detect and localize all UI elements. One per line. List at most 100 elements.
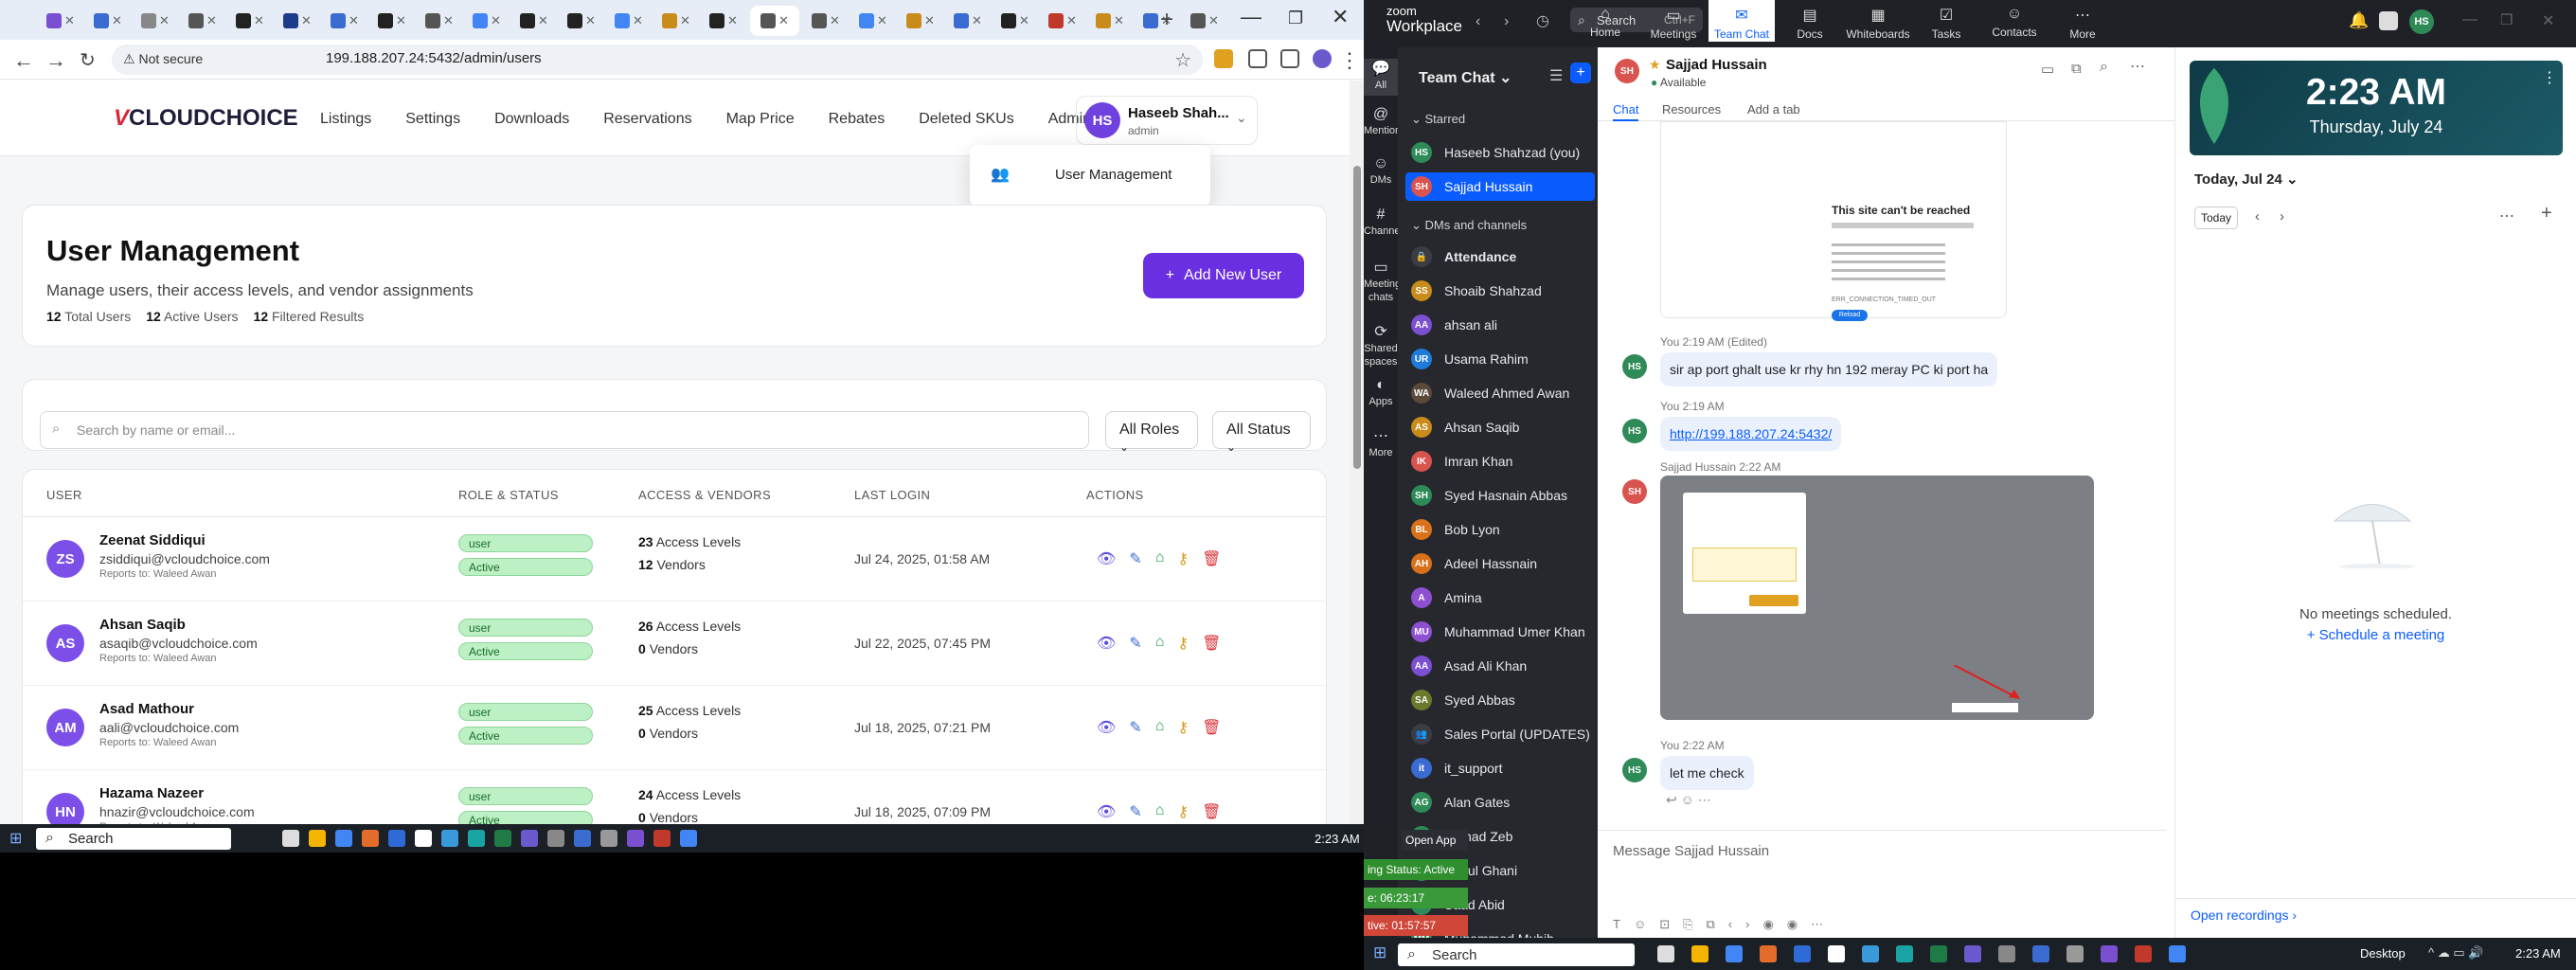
- chat-avatar[interactable]: SH: [1615, 59, 1639, 83]
- message-avatar[interactable]: HS: [1622, 758, 1647, 782]
- taskbar-app-icon[interactable]: [2135, 945, 2152, 962]
- taskbar-app-icon[interactable]: [388, 830, 405, 847]
- browser-tab[interactable]: ✕: [608, 6, 650, 36]
- compose-plus-button[interactable]: +: [1570, 63, 1591, 83]
- chat-tab-add-a-tab[interactable]: Add a tab: [1747, 102, 1800, 117]
- nav-map-price[interactable]: Map Price: [726, 111, 795, 128]
- taskbar-app-icon[interactable]: [362, 830, 379, 847]
- tab-close-icon[interactable]: ✕: [924, 13, 935, 28]
- maximize-button[interactable]: ❐: [1288, 9, 1303, 28]
- browser-tab[interactable]: ✕: [750, 6, 799, 36]
- chat-list-item[interactable]: HS Haseeb Shahzad (you): [1405, 138, 1595, 167]
- nav-reservations[interactable]: Reservations: [603, 111, 691, 128]
- windows-start-icon[interactable]: ⊞: [1373, 943, 1386, 962]
- message-avatar[interactable]: HS: [1622, 354, 1647, 379]
- chat-list-item[interactable]: IK Imran Khan: [1405, 447, 1595, 476]
- chat-list-item[interactable]: AG Alan Gates: [1405, 788, 1595, 817]
- tab-close-icon[interactable]: ✕: [727, 13, 738, 28]
- nav-deleted-skus[interactable]: Deleted SKUs: [919, 111, 1014, 128]
- nav-settings[interactable]: Settings: [405, 111, 460, 128]
- taskbar-app-icon[interactable]: [653, 830, 671, 847]
- nav-listings[interactable]: Listings: [320, 111, 371, 128]
- nav-downloads[interactable]: Downloads: [494, 111, 569, 128]
- zoom-tab-meetings[interactable]: ▭ Meetings: [1640, 6, 1707, 41]
- schedule-meeting-link[interactable]: + Schedule a meeting: [2175, 627, 2576, 643]
- tab-close-icon[interactable]: ✕: [877, 13, 887, 28]
- status-filter-select[interactable]: All Status ⌄: [1212, 411, 1311, 454]
- zoom-tab-tasks[interactable]: ☑ Tasks: [1913, 6, 1979, 41]
- forward-icon[interactable]: ›: [1504, 13, 1509, 30]
- extension-icon[interactable]: [1214, 49, 1233, 68]
- view-eye-icon[interactable]: 👁: [1097, 718, 1116, 737]
- search-icon[interactable]: ⌕: [2100, 59, 2108, 76]
- back-icon[interactable]: ‹: [1476, 13, 1480, 30]
- prev-day-icon[interactable]: ‹: [2255, 208, 2260, 225]
- chat-list-item[interactable]: it it_support: [1405, 754, 1595, 782]
- chat-list-item[interactable]: 🔒 Attendance: [1405, 242, 1595, 271]
- tag-icon[interactable]: ⌂: [1155, 634, 1165, 653]
- chat-list-item[interactable]: AA Asad Ali Khan: [1405, 652, 1595, 680]
- today-button[interactable]: Today: [2194, 207, 2238, 229]
- taskbar-app-icon[interactable]: [680, 830, 697, 847]
- rail-dms[interactable]: ☺ DMs: [1364, 156, 1398, 187]
- chrome-menu-icon[interactable]: ⋮: [1339, 48, 1360, 73]
- browser-tab[interactable]: ✕: [852, 6, 894, 36]
- chat-list-item[interactable]: SH Sajjad Hussain: [1405, 172, 1595, 201]
- table-row[interactable]: AM Asad Mathour aali@vcloudchoice.com Repor…: [23, 686, 1326, 770]
- chat-contact-name[interactable]: Sajjad Hussain: [1666, 57, 1767, 73]
- chat-list-item[interactable]: 👥 Sales Portal (UPDATES): [1405, 720, 1595, 748]
- history-icon[interactable]: ◷: [1536, 11, 1549, 30]
- chat-list-item[interactable]: SA Syed Abbas: [1405, 686, 1595, 714]
- tag-icon[interactable]: ⌂: [1155, 549, 1165, 568]
- scrollbar-thumb[interactable]: [1353, 166, 1361, 469]
- new-tab-button[interactable]: +: [1160, 7, 1173, 33]
- tab-close-icon[interactable]: ✕: [1066, 13, 1077, 28]
- taskbar-app-icon[interactable]: [1930, 945, 1947, 962]
- tag-icon[interactable]: ⌂: [1155, 718, 1165, 737]
- page-scrollbar[interactable]: [1350, 81, 1364, 824]
- tab-close-icon[interactable]: ✕: [1208, 13, 1219, 28]
- message-input[interactable]: Message Sajjad Hussain: [1613, 843, 1769, 859]
- taskbar-app-icon[interactable]: [335, 830, 352, 847]
- browser-tab[interactable]: ✕: [87, 6, 129, 36]
- forward-button[interactable]: →: [45, 48, 66, 73]
- close-window-button[interactable]: ✕: [2542, 11, 2554, 30]
- delete-trash-icon[interactable]: 🗑: [1202, 549, 1221, 568]
- filter-icon[interactable]: ☰: [1549, 66, 1563, 85]
- tab-close-icon[interactable]: ✕: [64, 13, 75, 28]
- tab-close-icon[interactable]: ✕: [206, 13, 217, 28]
- add-new-user-button[interactable]: + Add New User: [1143, 253, 1304, 298]
- taskbar-app-icon[interactable]: [1691, 945, 1708, 962]
- taskbar-app-icon[interactable]: [1998, 945, 2015, 962]
- browser-tab[interactable]: ✕: [513, 6, 555, 36]
- taskbar-app-icon[interactable]: [2032, 945, 2049, 962]
- tab-close-icon[interactable]: ✕: [254, 13, 264, 28]
- bookmark-star-icon[interactable]: ☆: [1174, 48, 1191, 72]
- rail-more[interactable]: ⋯ More: [1364, 429, 1398, 459]
- browser-tab[interactable]: ✕: [419, 6, 460, 36]
- rail-apps[interactable]: ◐ Apps: [1364, 378, 1398, 408]
- zoom-tab-contacts[interactable]: ☺ Contacts: [1981, 6, 2048, 39]
- tab-close-icon[interactable]: ✕: [778, 13, 789, 28]
- rail-channels[interactable]: # Channels: [1364, 207, 1407, 238]
- next-day-icon[interactable]: ›: [2280, 208, 2284, 225]
- taskbar-app-icon[interactable]: [1828, 945, 1845, 962]
- chat-tab-chat[interactable]: Chat: [1613, 102, 1639, 121]
- open-recordings-link[interactable]: Open recordings ›: [2191, 907, 2297, 923]
- extensions-puzzle-icon[interactable]: [1248, 49, 1267, 68]
- taskbar-app-icon[interactable]: [574, 830, 591, 847]
- starred-section-header[interactable]: ⌄ Starred: [1411, 112, 1465, 127]
- windows-start-icon[interactable]: ⊞: [9, 829, 22, 848]
- close-window-button[interactable]: ✕: [1332, 5, 1349, 29]
- browser-tab[interactable]: ✕: [1184, 6, 1225, 36]
- message-link[interactable]: http://199.188.207.24:5432/: [1660, 417, 1842, 451]
- chat-list-item[interactable]: SH Syed Hasnain Abbas: [1405, 481, 1595, 510]
- taskbar-search[interactable]: ⌕ Search: [1398, 943, 1635, 966]
- zoom-tab-whiteboards[interactable]: ▦ Whiteboards: [1845, 6, 1911, 41]
- tab-close-icon[interactable]: ✕: [491, 13, 501, 28]
- taskbar-app-icon[interactable]: [2101, 945, 2118, 962]
- key-icon[interactable]: ⚷: [1177, 718, 1189, 737]
- star-icon[interactable]: ★: [1649, 57, 1661, 73]
- search-input[interactable]: ⌕ Search by name or email...: [40, 411, 1089, 449]
- composer-toolbar-icons[interactable]: T☺⊡⎘⧉‹›◉◉⋯: [1613, 917, 1836, 932]
